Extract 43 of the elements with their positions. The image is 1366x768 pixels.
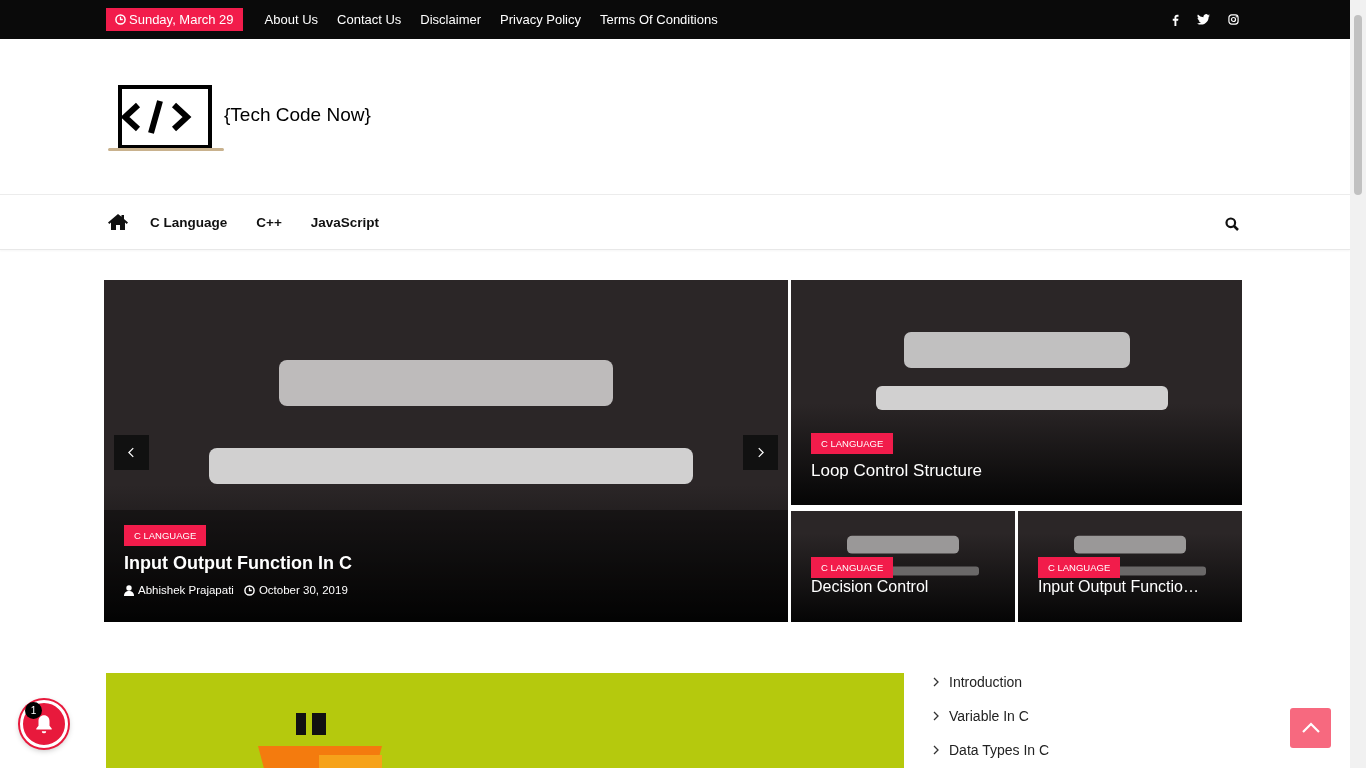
instagram-icon[interactable] — [1228, 14, 1239, 25]
nav-link[interactable]: JavaScript — [310, 214, 380, 230]
clock-icon — [243, 584, 255, 596]
sidebar-link[interactable]: Variable In C — [949, 708, 1029, 724]
bell-icon — [33, 713, 55, 735]
scrollbar[interactable] — [1350, 0, 1366, 768]
notification-bell-button[interactable] — [20, 700, 68, 748]
category-tag[interactable]: C LANGUAGE — [811, 557, 894, 578]
sidebar-link[interactable]: Data Types In C — [949, 742, 1050, 758]
chevron-left-icon — [128, 447, 135, 458]
search-icon[interactable] — [1225, 217, 1239, 231]
top-link[interactable]: Disclaimer — [420, 12, 481, 27]
date-text: Sunday, March 29 — [129, 12, 234, 27]
clock-icon — [115, 14, 126, 25]
category-tag[interactable]: C LANGUAGE — [1038, 557, 1121, 578]
slide-title[interactable]: Input Output Function In C — [124, 553, 352, 574]
category-tag[interactable]: C LANGUAGE — [124, 525, 207, 546]
chevron-right-icon — [757, 447, 764, 458]
sidebar-link[interactable]: Introduction — [949, 674, 1023, 690]
scrollbar-thumb[interactable] — [1354, 15, 1362, 195]
slide-title[interactable]: Input Output Functio… — [1038, 578, 1199, 596]
top-link[interactable]: Terms Of Conditions — [599, 12, 718, 27]
date-text: October 30, 2019 — [258, 584, 348, 596]
top-link[interactable]: Privacy Policy — [500, 12, 581, 27]
user-icon — [124, 584, 134, 596]
top-link[interactable]: About Us — [264, 12, 319, 27]
category-tag[interactable]: C LANGUAGE — [811, 433, 894, 454]
top-link[interactable]: Contact Us — [337, 12, 402, 27]
chevron-up-icon — [1300, 722, 1321, 734]
logo-text[interactable]: {Tech Code Now} — [224, 103, 371, 126]
chevron-icon — [933, 745, 939, 755]
nav-link[interactable]: C++ — [256, 214, 282, 230]
author-text[interactable]: Abhishek Prajapati — [138, 584, 234, 596]
chevron-icon — [933, 677, 939, 687]
slide-title[interactable]: Decision Control — [811, 578, 929, 596]
twitter-icon[interactable] — [1197, 14, 1210, 25]
slide-title[interactable]: Loop Control Structure — [811, 461, 983, 481]
scroll-to-top-button[interactable] — [1290, 708, 1331, 748]
chevron-icon — [933, 711, 939, 721]
nav-link[interactable]: C Language — [150, 214, 228, 230]
facebook-icon[interactable] — [1172, 13, 1179, 26]
home-icon[interactable] — [108, 213, 128, 231]
laptop-code-icon — [108, 84, 224, 153]
